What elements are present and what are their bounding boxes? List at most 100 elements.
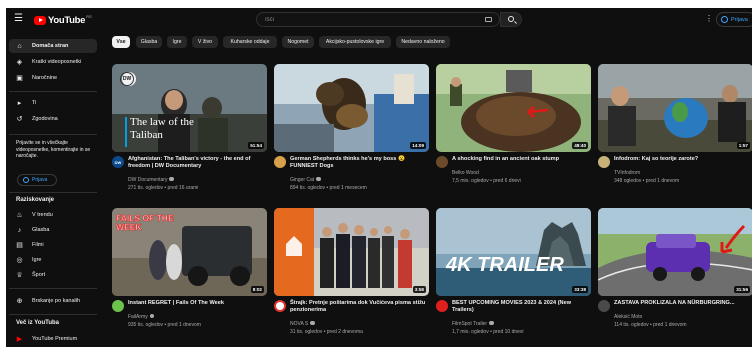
video-title[interactable]: ZASTAVA PROKLIZALA NA NÜRBURGRING...	[614, 300, 751, 307]
video-card[interactable]: 4K TRAILER 33:38 BEST UPCOMING MOVIES 20…	[436, 208, 591, 343]
signin-button[interactable]: Prijava	[716, 12, 752, 27]
sidebar-signin-button[interactable]: Prijava	[17, 174, 57, 186]
sidebar-item-sports[interactable]: ♕ Šport	[9, 268, 97, 282]
channel-name[interactable]: DW Documentary	[128, 176, 174, 183]
channel-avatar[interactable]	[598, 300, 610, 312]
chip-football[interactable]: Nogomet	[282, 36, 314, 48]
channel-name[interactable]: FilmSpot Trailer	[452, 320, 494, 327]
video-meta: 271 tis. ogledov • pred 16 urami	[128, 185, 199, 191]
channel-avatar[interactable]	[274, 156, 286, 168]
gaming-icon: ◎	[16, 256, 23, 264]
chip-cooking[interactable]: Kuharske oddaje	[223, 36, 277, 48]
video-card[interactable]: 3:58 Štrajk: Pretnje poštarima dok Vučić…	[274, 208, 429, 343]
channel-name-text: DW Documentary	[128, 177, 168, 183]
channel-name-text: Aleksić Moto	[614, 314, 643, 320]
divider	[9, 192, 97, 193]
verified-icon	[310, 320, 315, 326]
channel-avatar[interactable]: DW	[112, 156, 124, 168]
chip-recently-uploaded[interactable]: Nedavno naloženo	[396, 36, 450, 48]
verified-icon	[489, 320, 494, 326]
video-title[interactable]: Infodrom: Kaj so teorije zarote?	[614, 156, 751, 163]
keyboard-icon[interactable]	[485, 17, 492, 22]
video-card[interactable]: 31:56 ZASTAVA PROKLIZALA NA NÜRBURGRING.…	[598, 208, 752, 343]
video-duration: 8:02	[250, 286, 264, 293]
channel-name[interactable]: Aleksić Moto	[614, 314, 642, 320]
channel-name-text: NOVA S	[290, 321, 309, 327]
sidebar-item-gaming[interactable]: ◎ Igre	[9, 253, 97, 267]
video-meta: 1,7 mio. ogledov • pred 10 dnevi	[452, 329, 524, 335]
video-title[interactable]: A shocking find in an ancient oak stump	[452, 156, 589, 163]
video-thumbnail[interactable]: DW The law of the Taliban 51:54	[112, 64, 267, 152]
chip-label: Kuharske oddaje	[230, 39, 270, 45]
divider	[9, 91, 97, 92]
more-options-icon[interactable]: ⋮	[705, 14, 713, 24]
video-card[interactable]: 48:40 A shocking find in an ancient oak …	[436, 64, 591, 199]
chip-live[interactable]: V živo	[192, 36, 218, 48]
video-meta: 31 tis. ogledov • pred 2 dnevoma	[290, 329, 363, 335]
channel-avatar[interactable]	[274, 300, 286, 312]
chip-label: Akcijsko-pustolovske igre	[325, 39, 385, 45]
explore-title: Raziskovanje	[16, 197, 55, 203]
sidebar-item-label: V trendu	[32, 212, 53, 218]
signin-hint: Prijavite se in všečkajte videoposnetke,…	[16, 140, 91, 159]
video-title[interactable]: Instant REGRET | Fails Of The Week	[128, 300, 265, 307]
divider	[9, 134, 97, 135]
video-thumbnail[interactable]: 31:56	[598, 208, 752, 296]
verified-icon	[149, 313, 155, 319]
video-thumbnail[interactable]: 48:40	[436, 64, 591, 152]
video-duration: 31:56	[734, 286, 750, 293]
youtube-window: ☰ YouTube RS ⋮ Prijava ⌂ Domača stran ◈ …	[6, 8, 752, 347]
sidebar-item-label: Zgodovina	[32, 116, 58, 122]
sidebar-item-home[interactable]: ⌂ Domača stran	[9, 39, 97, 53]
video-card[interactable]: 14:09 German Shepherds thinks he's my bo…	[274, 64, 429, 199]
channel-avatar[interactable]	[112, 300, 124, 312]
shorts-icon: ◈	[16, 58, 23, 66]
youtube-logo[interactable]: YouTube RS	[34, 13, 92, 27]
channel-avatar[interactable]	[598, 156, 610, 168]
sidebar-item-shorts[interactable]: ◈ Kratki videoposnetki	[9, 55, 97, 69]
search-button[interactable]	[500, 12, 522, 27]
sidebar-item-music[interactable]: ♪ Glasba	[9, 223, 97, 237]
channel-avatar[interactable]	[436, 156, 448, 168]
video-card[interactable]: FAILS OF THE WEEK 8:02 Instant REGRET | …	[112, 208, 267, 343]
sidebar-item-label: Filmi	[32, 242, 44, 248]
video-duration: 14:09	[410, 142, 426, 149]
chip-action-adventure[interactable]: Akcijsko-pustolovske igre	[319, 36, 391, 48]
video-title[interactable]: Afghanistan: The Taliban's victory - the…	[128, 156, 265, 170]
chip-gaming[interactable]: Igre	[167, 36, 187, 48]
channel-avatar[interactable]	[436, 300, 448, 312]
chip-music[interactable]: Glasba	[136, 36, 162, 48]
sidebar-item-label: Kratki videoposnetki	[32, 59, 82, 65]
video-thumbnail[interactable]: FAILS OF THE WEEK 8:02	[112, 208, 267, 296]
logo-region: RS	[86, 13, 92, 19]
channel-name[interactable]: TVInfodrom	[614, 170, 640, 176]
sidebar-item-browse-channels[interactable]: ⊕ Brskanje po kanalih	[9, 294, 97, 308]
menu-icon[interactable]: ☰	[14, 13, 24, 25]
sidebar-item-label: Igre	[32, 257, 42, 263]
thumbnail-caption: 4K TRAILER	[446, 254, 564, 276]
video-thumbnail[interactable]: 1:57	[598, 64, 752, 152]
video-title[interactable]: German Shepherds thinks he's my boss 😮 F…	[290, 156, 427, 170]
video-card[interactable]: DW The law of the Taliban 51:54 DW Afgha…	[112, 64, 267, 199]
sidebar-item-subscriptions[interactable]: ▣ Naročnine	[9, 71, 97, 85]
channel-name-text: FilmSpot Trailer	[452, 321, 488, 327]
channel-name[interactable]: Belko Wood	[452, 170, 479, 176]
video-thumbnail[interactable]: 14:09	[274, 64, 429, 152]
video-card[interactable]: 1:57 Infodrom: Kaj so teorije zarote? TV…	[598, 64, 752, 199]
search-input[interactable]	[265, 13, 475, 26]
video-thumbnail[interactable]: 4K TRAILER 33:38	[436, 208, 591, 296]
sidebar-item-movies[interactable]: ▤ Filmi	[9, 238, 97, 252]
channel-name[interactable]: NOVA S	[290, 320, 315, 327]
video-thumbnail[interactable]: 3:58	[274, 208, 429, 296]
video-title[interactable]: Štrajk: Pretnje poštarima dok Vučićeva p…	[290, 300, 427, 314]
channel-name-text: TVInfodrom	[614, 170, 641, 176]
sidebar-item-history[interactable]: ↺ Zgodovina	[9, 112, 97, 126]
sidebar-item-trending[interactable]: ♨ V trendu	[9, 208, 97, 222]
sidebar-item-premium[interactable]: ▶ YouTube Premium	[9, 332, 97, 346]
sidebar-item-you[interactable]: ▸ Ti	[9, 96, 97, 110]
video-title[interactable]: BEST UPCOMING MOVIES 2023 & 2024 (New Tr…	[452, 300, 589, 314]
chip-all[interactable]: Vse	[112, 36, 130, 48]
channel-name[interactable]: Ginger Cat	[290, 176, 321, 183]
channel-name[interactable]: FailArmy	[128, 313, 155, 320]
signin-label: Prijava	[32, 177, 48, 183]
